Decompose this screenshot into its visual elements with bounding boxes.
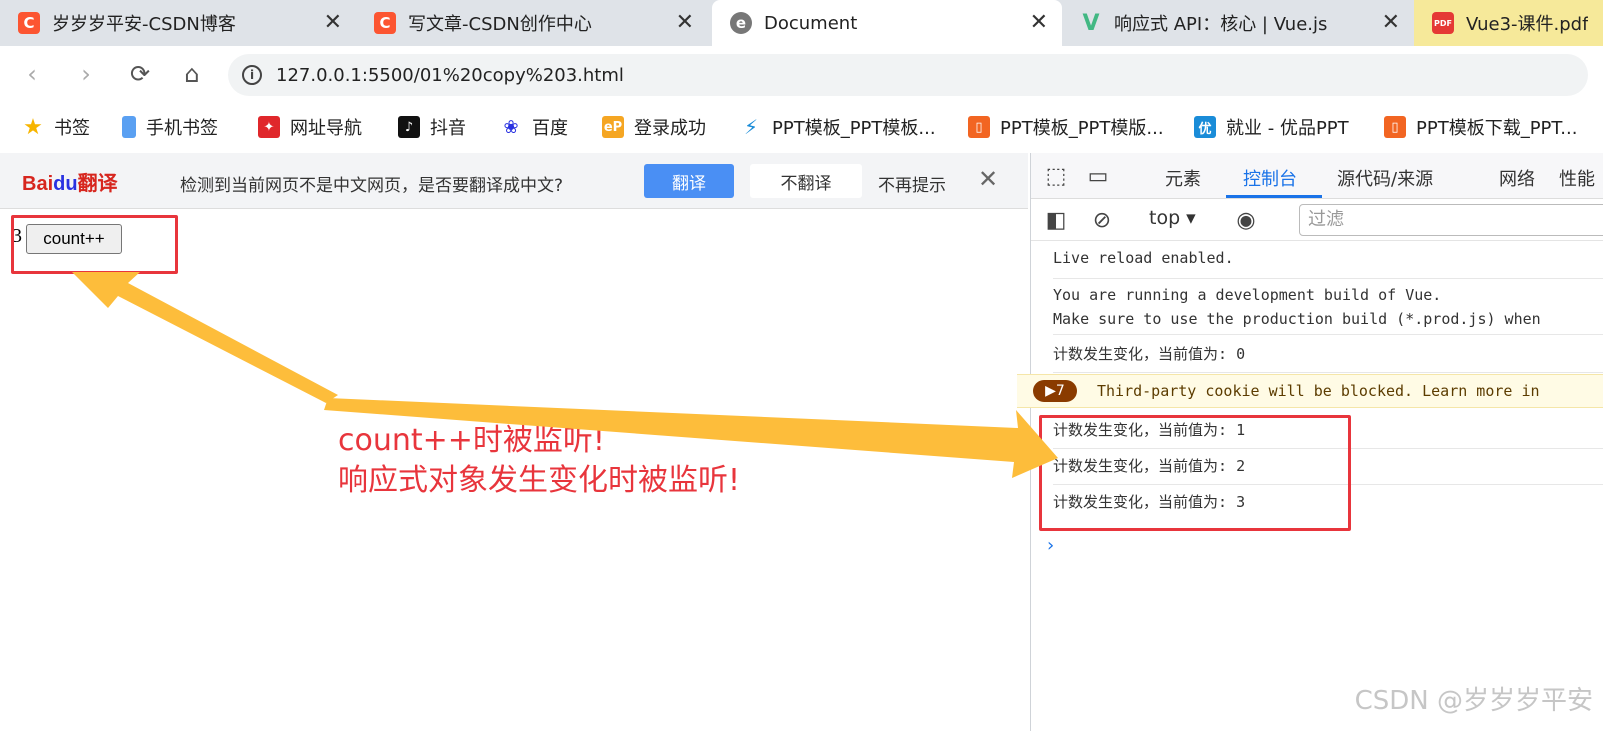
browser-window: C 岁岁岁平安-CSDN博客 ✕ C 写文章-CSDN创作中心 ✕ e Docu… [0, 0, 1603, 731]
arrow-to-button [72, 272, 338, 403]
watermark: CSDN @岁岁岁平安 [1354, 686, 1593, 716]
arrow-to-console [324, 398, 1058, 478]
annotation-arrows [72, 272, 1058, 478]
